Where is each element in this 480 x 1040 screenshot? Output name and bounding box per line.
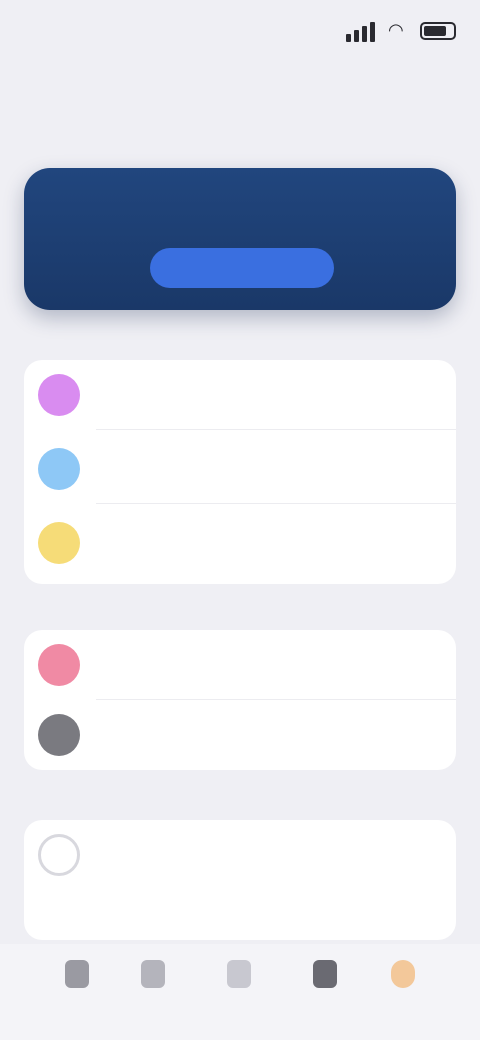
- yellow-circle-icon: [38, 522, 80, 564]
- settings-screen: ◠: [0, 0, 480, 1040]
- settings-group-2: [24, 630, 456, 770]
- settings-row[interactable]: [24, 434, 456, 504]
- purple-circle-icon: [38, 374, 80, 416]
- signal-bar-icon: [354, 30, 359, 42]
- tab-5-icon: [391, 960, 415, 988]
- banner-button[interactable]: [150, 248, 334, 288]
- settings-row[interactable]: [24, 360, 456, 430]
- row-divider: [96, 429, 456, 430]
- status-icons: ◠: [346, 18, 456, 42]
- tab-1-icon: [65, 960, 89, 988]
- tab-3-icon: [227, 960, 251, 988]
- tab-item[interactable]: [376, 954, 430, 1008]
- signal-bar-icon: [362, 26, 367, 42]
- settings-group-1: [24, 360, 456, 584]
- signal-bar-icon: [346, 34, 351, 42]
- settings-group-3: [24, 820, 456, 940]
- blue-circle-icon: [38, 448, 80, 490]
- signal-bar-icon: [370, 22, 375, 42]
- tab-2-icon: [141, 960, 165, 988]
- promo-banner[interactable]: [24, 168, 456, 310]
- status-bar: ◠: [0, 0, 480, 60]
- settings-row[interactable]: [24, 700, 456, 770]
- tab-bar: [0, 944, 480, 1040]
- gray-outline-icon: [38, 834, 80, 876]
- settings-row[interactable]: [24, 630, 456, 700]
- tab-4-icon: [313, 960, 337, 988]
- wifi-icon: ◠: [388, 20, 404, 40]
- tab-item[interactable]: [212, 954, 266, 1008]
- row-divider: [96, 503, 456, 504]
- pink-circle-icon: [38, 644, 80, 686]
- tab-item[interactable]: [50, 954, 104, 1008]
- settings-row[interactable]: [24, 508, 456, 578]
- battery-icon: [420, 22, 456, 40]
- tab-item[interactable]: [298, 954, 352, 1008]
- gray-circle-icon: [38, 714, 80, 756]
- tab-item[interactable]: [126, 954, 180, 1008]
- settings-row[interactable]: [24, 820, 456, 890]
